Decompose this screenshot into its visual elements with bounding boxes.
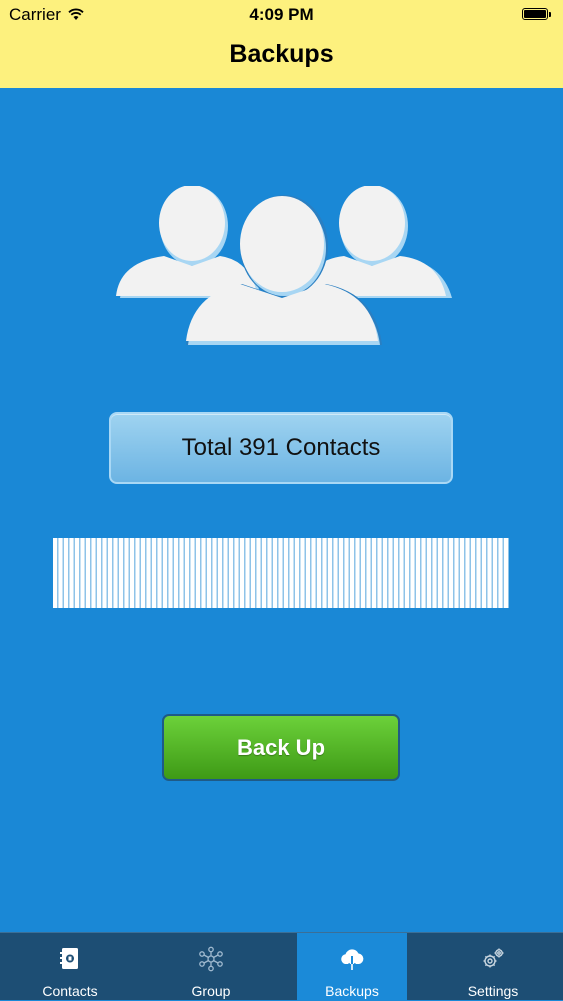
tab-bar: Contacts Group Backups Settings — [0, 932, 563, 1001]
tab-backups-label: Backups — [325, 983, 379, 999]
gears-icon — [480, 946, 506, 972]
network-group-icon — [198, 946, 224, 972]
battery-icon — [522, 8, 548, 20]
tab-settings-label: Settings — [467, 983, 519, 999]
group-users-icon — [112, 185, 452, 351]
status-time: 4:09 PM — [249, 5, 314, 24]
tab-group[interactable]: Group — [140, 933, 282, 1001]
cloud-download-icon — [339, 946, 365, 972]
contact-count-display: Total 391 Contacts — [109, 412, 453, 484]
battery-tip — [549, 12, 551, 17]
navigation-bar: Carrier 4:09 PM Backups — [0, 0, 563, 88]
back-up-button[interactable]: Back Up — [162, 714, 400, 781]
tab-contacts-label: Contacts — [42, 983, 98, 999]
contacts-book-icon — [57, 946, 83, 972]
striped-progress-bar — [53, 538, 509, 608]
tab-group-label: Group — [191, 983, 231, 999]
page-title: Backups — [229, 40, 334, 68]
tab-settings[interactable]: Settings — [423, 933, 563, 1001]
status-bar: Carrier 4:09 PM — [0, 0, 563, 30]
tab-contacts[interactable]: Contacts — [0, 933, 140, 1001]
tab-backups[interactable]: Backups — [297, 933, 407, 1001]
